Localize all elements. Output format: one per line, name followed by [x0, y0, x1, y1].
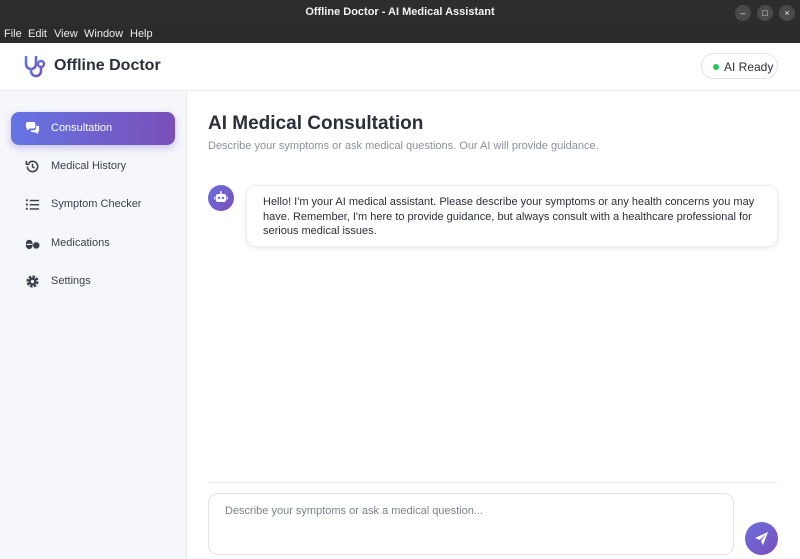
menu-window[interactable]: Window: [84, 28, 123, 40]
sidebar-item-label: Medical History: [51, 160, 127, 172]
paper-plane-icon: [754, 531, 769, 546]
app-header: Offline Doctor AI Ready: [0, 43, 800, 91]
sidebar-item-label: Settings: [51, 275, 91, 287]
send-button[interactable]: [745, 522, 778, 555]
history-icon: [25, 160, 39, 173]
page-title: AI Medical Consultation: [208, 113, 424, 134]
status-badge: AI Ready: [701, 53, 778, 79]
robot-icon: [214, 191, 228, 202]
close-button[interactable]: ×: [779, 5, 795, 21]
pills-icon: [25, 239, 40, 250]
sidebar-item-consultation[interactable]: Consultation: [11, 112, 175, 145]
app-window: Offline Doctor AI Ready Consultation Med…: [0, 43, 800, 559]
maximize-button[interactable]: □: [757, 5, 773, 21]
sidebar-item-medications[interactable]: Medications: [11, 227, 175, 260]
stethoscope-icon: [24, 55, 46, 78]
sidebar-item-label: Consultation: [51, 122, 113, 134]
status-label: AI Ready: [724, 60, 774, 74]
sidebar-item-settings[interactable]: Settings: [11, 265, 175, 298]
minimize-button[interactable]: –: [735, 5, 751, 21]
list-icon: [25, 199, 40, 210]
menu-view[interactable]: View: [54, 28, 78, 40]
sidebar-item-symptom-checker[interactable]: Symptom Checker: [11, 188, 175, 221]
sidebar: Consultation Medical History Symptom Che…: [0, 92, 187, 559]
menu-bar: File Edit View Window Help: [0, 26, 800, 43]
menu-edit[interactable]: Edit: [28, 28, 47, 40]
message-input[interactable]: [208, 493, 734, 555]
ai-message-bubble: Hello! I'm your AI medical assistant. Pl…: [246, 185, 778, 247]
sidebar-item-label: Medications: [51, 237, 110, 249]
comments-icon: [25, 121, 40, 135]
ai-avatar: [208, 185, 234, 211]
window-titlebar: Offline Doctor - AI Medical Assistant – …: [0, 0, 800, 26]
input-divider: [208, 482, 778, 483]
main-content: AI Medical Consultation Describe your sy…: [187, 92, 800, 559]
status-dot: [713, 64, 719, 70]
sidebar-item-label: Symptom Checker: [51, 198, 142, 210]
page-subtitle: Describe your symptoms or ask medical qu…: [208, 140, 599, 152]
menu-help[interactable]: Help: [130, 28, 153, 40]
menu-file[interactable]: File: [4, 28, 22, 40]
sidebar-item-medical-history[interactable]: Medical History: [11, 150, 175, 183]
app-name: Offline Doctor: [54, 57, 161, 74]
window-title: Offline Doctor - AI Medical Assistant: [305, 6, 495, 18]
gear-icon: [26, 275, 39, 288]
